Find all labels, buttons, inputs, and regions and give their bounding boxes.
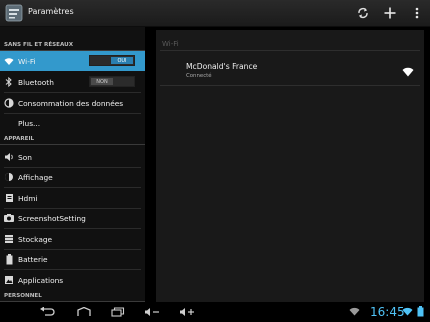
- settings-app-icon[interactable]: [5, 4, 23, 22]
- recent-apps-icon[interactable]: [109, 305, 127, 319]
- wifi-toggle[interactable]: OUI: [89, 55, 135, 66]
- overflow-menu-icon[interactable]: [409, 5, 425, 21]
- detail-pane: Wi-Fi McDonald's France Connecté: [145, 27, 430, 302]
- toggle-label: NON: [91, 78, 113, 85]
- wifi-signal-tray-icon: [402, 307, 413, 316]
- applications-icon: [2, 273, 16, 287]
- sidebar-item-display[interactable]: Affichage: [0, 167, 145, 187]
- wifi-header: Wi-Fi: [162, 40, 179, 48]
- sync-icon[interactable]: [355, 5, 371, 21]
- sidebar-item-more[interactable]: Plus...: [0, 113, 145, 133]
- wifi-panel: Wi-Fi McDonald's France Connecté: [156, 30, 424, 302]
- storage-icon: [2, 232, 16, 246]
- sidebar-item-storage[interactable]: Stockage: [0, 229, 145, 249]
- sidebar-item-applications[interactable]: Applications: [0, 270, 145, 290]
- sidebar-item-screenshot[interactable]: ScreenshotSetting: [0, 208, 145, 228]
- sidebar-item-label: Batterie: [18, 254, 48, 264]
- screenshot-icon: [2, 211, 16, 225]
- back-icon[interactable]: [38, 305, 56, 319]
- sidebar-item-label: ScreenshotSetting: [18, 213, 86, 223]
- sidebar-item-hdmi[interactable]: Hdmi: [0, 188, 145, 208]
- sidebar-item-label: Applications: [18, 275, 64, 285]
- sidebar-item-battery[interactable]: Batterie: [0, 249, 145, 269]
- toggle-label: OUI: [111, 57, 133, 64]
- sidebar-item-label: Wi-Fi: [18, 56, 36, 66]
- sidebar-item-label: Bluetooth: [18, 77, 54, 87]
- sidebar-item-data-usage[interactable]: Consommation des données: [0, 93, 145, 113]
- wifi-signal-icon: [402, 67, 414, 77]
- sidebar-item-sound[interactable]: Son: [0, 147, 145, 167]
- clock[interactable]: 16:45: [370, 305, 405, 319]
- section-header-personal: PERSONNEL: [0, 290, 145, 302]
- display-icon: [2, 170, 16, 184]
- sidebar-item-wifi[interactable]: Wi-Fi OUI: [0, 51, 145, 71]
- volume-up-icon[interactable]: [178, 305, 196, 319]
- wifi-icon: [2, 54, 16, 68]
- network-status: Connecté: [186, 73, 212, 79]
- sidebar-item-label: Son: [18, 152, 32, 162]
- action-bar: Paramètres: [0, 0, 430, 27]
- battery-icon: [2, 252, 16, 266]
- sound-icon: [2, 150, 16, 164]
- bluetooth-icon: [2, 75, 16, 89]
- sidebar-item-label: Affichage: [18, 172, 53, 182]
- system-bar: 16:45: [0, 302, 430, 322]
- divider: [160, 50, 420, 51]
- settings-sidebar: SANS FIL ET RÉSEAUX Wi-Fi OUI Bluetooth …: [0, 27, 145, 302]
- home-icon[interactable]: [75, 305, 93, 319]
- hdmi-icon: [2, 191, 16, 205]
- page-title: Paramètres: [28, 7, 74, 16]
- section-header-device: APPAREIL: [0, 133, 145, 145]
- add-icon[interactable]: [382, 5, 398, 21]
- bluetooth-toggle[interactable]: NON: [89, 76, 135, 87]
- data-usage-icon: [2, 96, 16, 110]
- section-header-wireless: SANS FIL ET RÉSEAUX: [0, 39, 145, 51]
- sidebar-item-label: Plus...: [18, 118, 41, 128]
- divider: [160, 85, 420, 86]
- battery-status-icon: [417, 306, 424, 317]
- sidebar-item-bluetooth[interactable]: Bluetooth NON: [0, 72, 145, 92]
- sidebar-item-label: Stockage: [18, 234, 53, 244]
- network-name: McDonald's France: [186, 62, 258, 71]
- sidebar-item-label: Consommation des données: [18, 98, 124, 108]
- wifi-status-icon: [349, 307, 360, 316]
- volume-down-icon[interactable]: [143, 305, 161, 319]
- sidebar-item-label: Hdmi: [18, 193, 38, 203]
